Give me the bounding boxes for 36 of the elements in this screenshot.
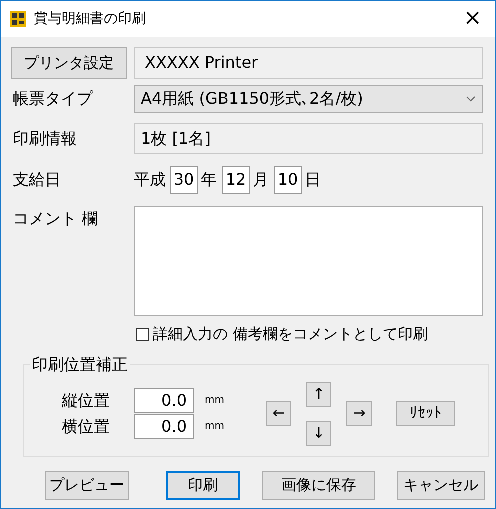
- unit-label: mm: [205, 420, 224, 434]
- up-button[interactable]: ↑: [306, 382, 332, 406]
- day-field[interactable]: 10: [274, 166, 302, 194]
- reset-button[interactable]: ﾘｾｯﾄ: [396, 401, 456, 426]
- dialog-button[interactable]: キャンセル: [397, 471, 485, 500]
- year-field[interactable]: 30: [170, 166, 198, 194]
- down-button[interactable]: ↓: [306, 420, 332, 446]
- position-field[interactable]: 0.0: [134, 414, 194, 439]
- printer-name-field: XXXXX Printer: [134, 47, 483, 79]
- app-logo-icon: [10, 11, 26, 27]
- dialog-button[interactable]: 画像に保存: [262, 471, 376, 500]
- pay-date-label: 支給日: [12, 168, 62, 190]
- printer-settings-button[interactable]: プリンタ設定: [11, 47, 127, 79]
- form-type-label: 帳票タイプ: [12, 88, 94, 110]
- position-field[interactable]: 0.0: [134, 388, 194, 413]
- print-info-label: 印刷情報: [12, 128, 78, 150]
- comment-label: コメント 欄: [12, 208, 100, 230]
- era-label: 平成: [134, 168, 166, 190]
- close-button[interactable]: ×: [464, 8, 482, 30]
- print-info-field: 1枚 [1名]: [134, 123, 483, 154]
- form-type-dropdown[interactable]: A4用紙 (GB1150形式､2名/枚): [134, 85, 483, 113]
- left-button[interactable]: ←: [266, 401, 292, 426]
- dialog-button[interactable]: プレビュー: [45, 471, 129, 500]
- chevron-down-icon: [466, 96, 476, 102]
- dialog-button[interactable]: 印刷: [166, 471, 240, 500]
- remarks-checkbox[interactable]: 詳細入力の 備考欄をコメントとして印刷: [136, 322, 428, 346]
- year-unit: 年: [201, 168, 217, 190]
- month-unit: 月: [253, 168, 269, 190]
- position-label: 縦位置: [62, 390, 111, 412]
- month-field[interactable]: 12: [222, 166, 250, 194]
- position-label: 横位置: [62, 416, 111, 438]
- right-button[interactable]: →: [346, 401, 372, 426]
- unit-label: mm: [205, 394, 224, 408]
- day-unit: 日: [305, 168, 321, 190]
- window-title: 賞与明細書の印刷: [34, 10, 146, 28]
- comment-field[interactable]: [134, 206, 483, 316]
